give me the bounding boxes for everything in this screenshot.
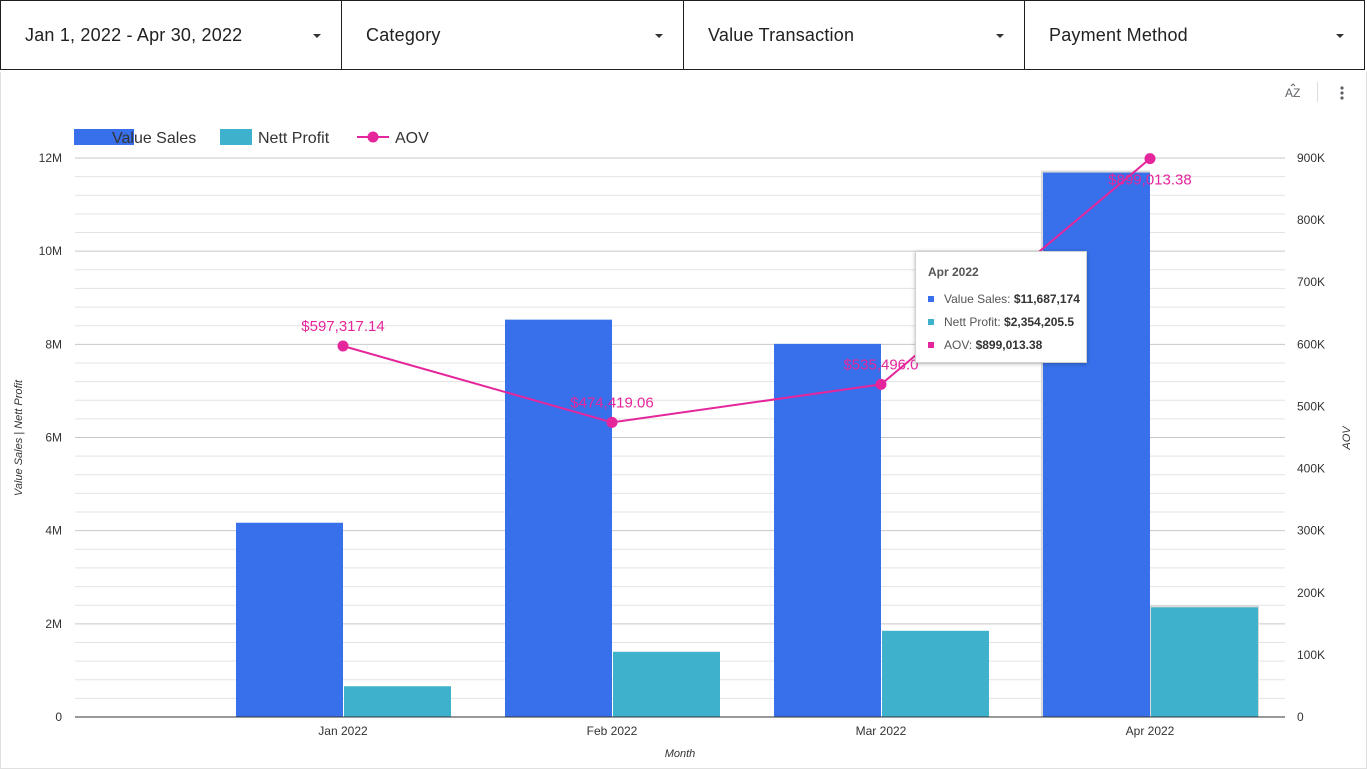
chevron-down-icon <box>313 34 321 38</box>
more-vert-icon[interactable] <box>1334 84 1350 102</box>
chevron-down-icon <box>1336 34 1344 38</box>
payment-method-label: Payment Method <box>1049 25 1188 45</box>
legend-swatch <box>928 318 934 325</box>
tooltip-label: Value Sales: <box>944 292 1014 306</box>
category-label: Category <box>366 25 441 45</box>
toolbar-divider <box>1317 82 1318 102</box>
date-range-label: Jan 1, 2022 - Apr 30, 2022 <box>25 25 243 45</box>
legend-swatch <box>928 341 934 348</box>
tooltip-value: $899,013.38 <box>975 338 1043 352</box>
value-transaction-filter[interactable]: Value Transaction <box>683 0 1025 70</box>
legend-swatch <box>928 295 934 302</box>
tooltip-value: $11,687,174 <box>1013 292 1080 306</box>
value-transaction-label: Value Transaction <box>708 25 855 45</box>
chevron-down-icon <box>996 34 1004 38</box>
category-filter[interactable]: Category <box>341 0 684 70</box>
filter-bar: Jan 1, 2022 - Apr 30, 2022 Category Valu… <box>0 0 1367 72</box>
chevron-down-icon <box>655 34 663 38</box>
tooltip-row-aov: AOV: $899,013.38 <box>928 338 1042 352</box>
tooltip-label: AOV: <box>944 338 976 352</box>
tooltip-row-nett-profit: Nett Profit: $2,354,205.5 <box>928 315 1074 329</box>
date-range-filter[interactable]: Jan 1, 2022 - Apr 30, 2022 <box>0 0 342 70</box>
tooltip-row-value-sales: Value Sales: $11,687,174 <box>928 292 1080 306</box>
sort-az-icon[interactable]: A Z <box>1283 83 1303 101</box>
tooltip-label: Nett Profit: <box>944 315 1005 329</box>
chart-tooltip: Apr 2022 Value Sales: $11,687,174 Nett P… <box>915 251 1087 363</box>
svg-text:Z: Z <box>1293 86 1300 100</box>
tooltip-title: Apr 2022 <box>928 265 979 279</box>
svg-text:A: A <box>1285 86 1293 100</box>
tooltip-value: $2,354,205.5 <box>1004 315 1075 329</box>
chart-panel <box>0 72 1367 769</box>
payment-method-filter[interactable]: Payment Method <box>1024 0 1365 70</box>
